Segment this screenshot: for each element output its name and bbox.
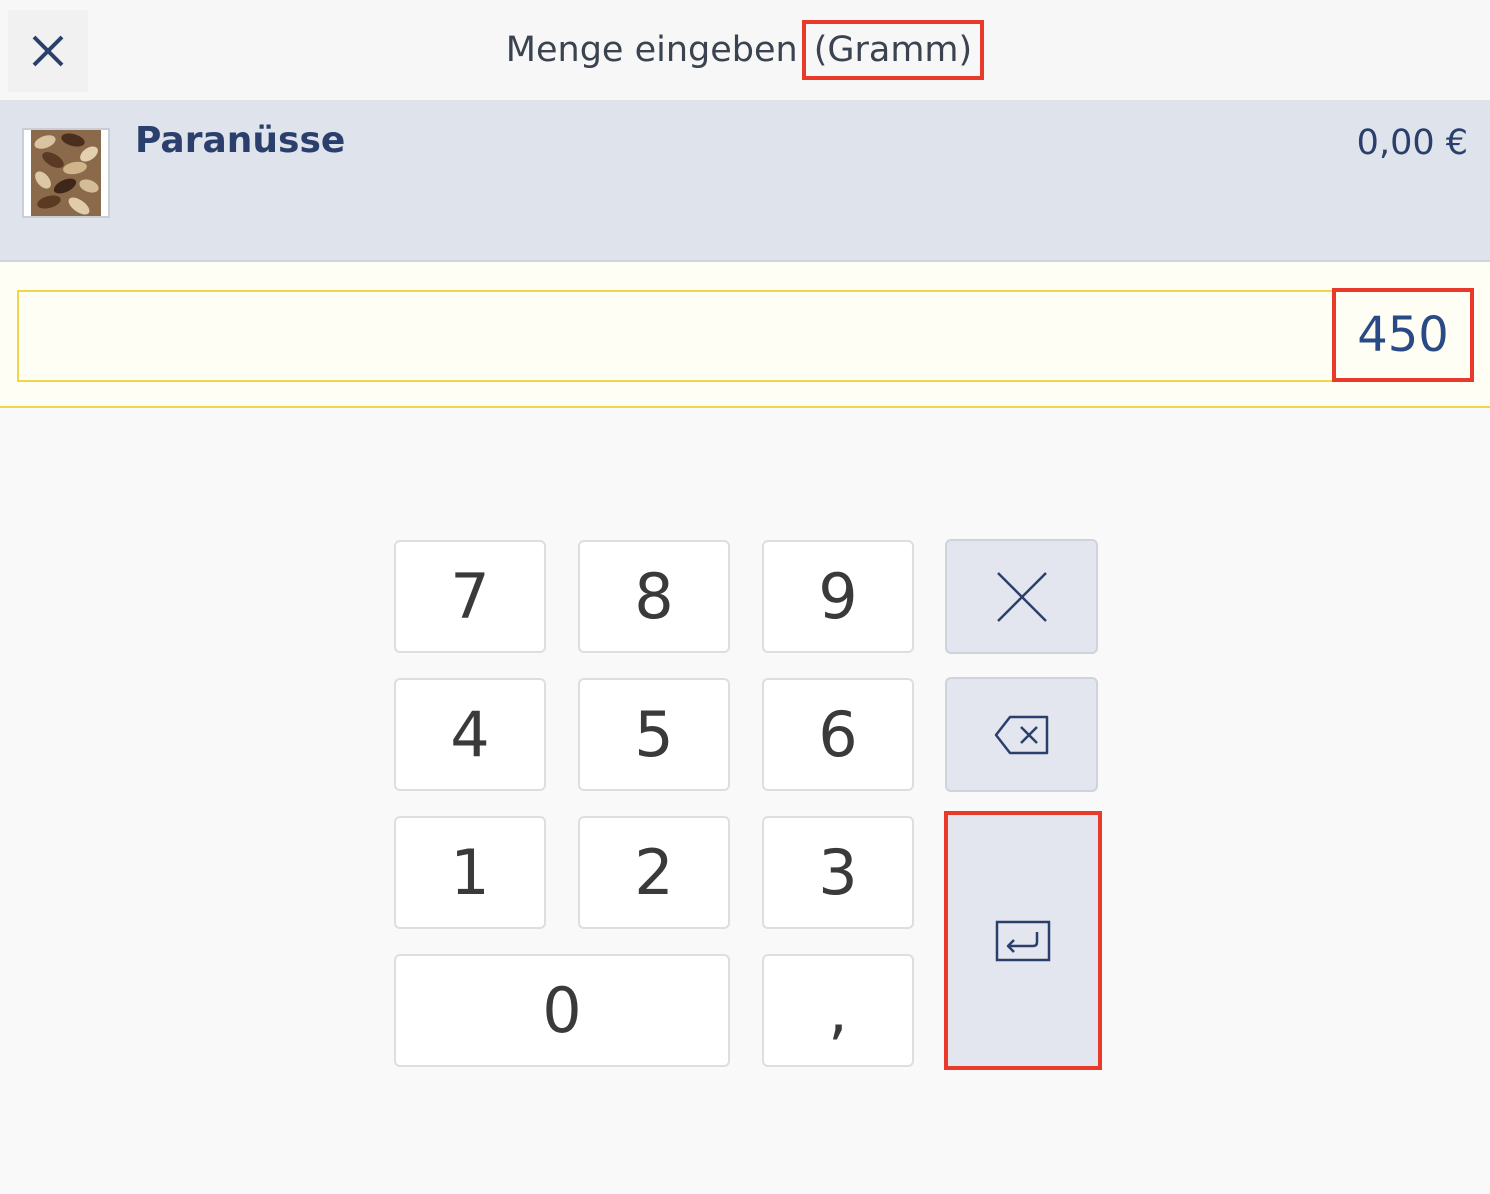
- key-7[interactable]: 7: [394, 540, 546, 653]
- quantity-value: 450: [1332, 288, 1474, 382]
- key-0[interactable]: 0: [394, 954, 730, 1067]
- key-6[interactable]: 6: [762, 678, 914, 791]
- key-4[interactable]: 4: [394, 678, 546, 791]
- quantity-input[interactable]: [17, 290, 1472, 382]
- quantity-input-area: 450: [0, 262, 1490, 408]
- key-3[interactable]: 3: [762, 816, 914, 929]
- product-name: Paranüsse: [135, 120, 346, 161]
- backspace-icon: [994, 715, 1048, 754]
- page-title: Menge eingeben (Gramm): [0, 0, 1490, 100]
- key-8[interactable]: 8: [578, 540, 730, 653]
- key-1[interactable]: 1: [394, 816, 546, 929]
- brazil-nuts-icon: [31, 130, 101, 216]
- enter-return-icon: [995, 920, 1051, 961]
- key-9[interactable]: 9: [762, 540, 914, 653]
- top-bar: Menge eingeben (Gramm): [0, 0, 1490, 101]
- enter-highlight: [944, 811, 1102, 1070]
- key-comma[interactable]: ,: [762, 954, 914, 1067]
- key-2[interactable]: 2: [578, 816, 730, 929]
- title-text: Menge eingeben: [505, 30, 798, 70]
- product-thumbnail: [22, 128, 110, 218]
- clear-button[interactable]: [945, 539, 1098, 654]
- clear-x-icon: [996, 571, 1047, 622]
- enter-button[interactable]: [948, 815, 1098, 1066]
- unit-label: (Gramm): [801, 20, 985, 80]
- key-5[interactable]: 5: [578, 678, 730, 791]
- product-price: 0,00 €: [1356, 123, 1468, 163]
- product-row: Paranüsse 0,00 €: [0, 101, 1490, 262]
- backspace-button[interactable]: [945, 677, 1098, 792]
